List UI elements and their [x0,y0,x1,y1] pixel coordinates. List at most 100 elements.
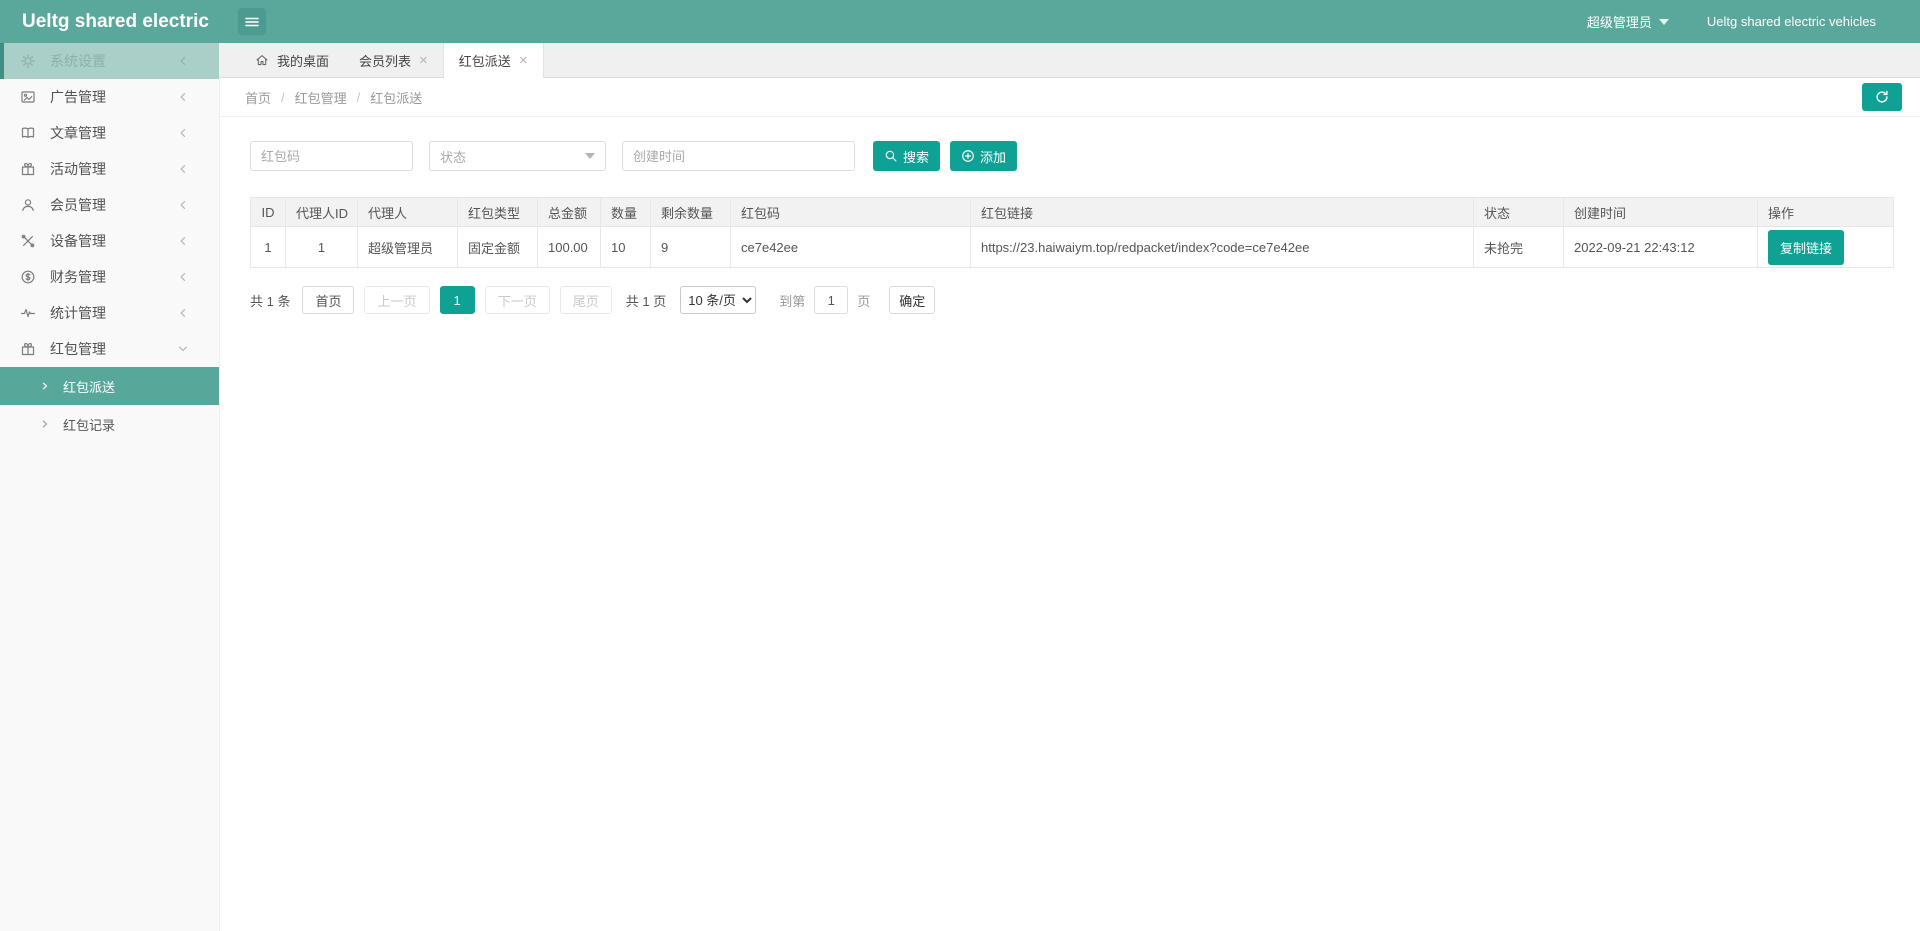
user-dropdown[interactable]: 超级管理员 [1587,12,1669,31]
cell-count: 10 [601,227,651,268]
col-header-agent: 代理人 [358,198,458,227]
add-button-label: 添加 [980,147,1006,166]
chevron-left-icon [177,307,189,319]
col-header-status: 状态 [1474,198,1564,227]
chevron-left-icon [177,91,189,103]
content: 状态 搜索 添加 [220,117,1920,314]
cell-packet-type: 固定金额 [458,227,538,268]
col-header-remaining: 剩余数量 [651,198,731,227]
col-header-link: 红包链接 [971,198,1474,227]
col-header-agent-id: 代理人ID [286,198,358,227]
user-role-label: 超级管理员 [1587,12,1652,31]
refresh-button[interactable] [1862,83,1902,111]
copy-link-button[interactable]: 复制链接 [1768,230,1844,265]
arrow-right-icon [40,419,50,429]
plus-circle-icon [961,149,975,163]
cell-remaining: 9 [651,227,731,268]
chevron-left-icon [177,55,189,67]
arrow-right-icon [40,381,50,391]
tab-label: 会员列表 [359,51,411,70]
cell-created-at: 2022-09-21 22:43:12 [1564,227,1758,268]
tab-redpacket-delivery[interactable]: 红包派送 × [443,43,544,78]
chevron-down-icon [177,343,189,355]
cell-status-badge: 未抢完 [1474,227,1564,268]
redpacket-code-input[interactable] [250,141,413,171]
created-time-input[interactable] [622,141,855,171]
per-page-select[interactable]: 10 条/页 [680,286,756,314]
search-icon [884,149,898,163]
cell-link: https://23.haiwaiym.top/redpacket/index?… [971,227,1474,268]
book-icon [20,125,36,141]
cell-agent-id: 1 [286,227,358,268]
page-1-button[interactable]: 1 [440,286,475,314]
caret-down-icon [585,153,595,159]
sidebar-item-ad-management[interactable]: 广告管理 [0,79,219,115]
pagination: 共 1 条 首页 上一页 1 下一页 尾页 共 1 页 10 条/页 到第 页 … [250,286,1893,314]
breadcrumb-home[interactable]: 首页 [245,88,271,107]
sidebar-item-label: 设备管理 [50,231,177,251]
col-header-created-at: 创建时间 [1564,198,1758,227]
search-button[interactable]: 搜索 [873,141,940,171]
breadcrumb-redpacket-delivery[interactable]: 红包派送 [370,88,422,107]
sidebar-item-label: 统计管理 [50,303,177,323]
pagination-page-count-label: 共 1 页 [626,291,666,310]
goto-prefix-label: 到第 [779,291,805,310]
chevron-left-icon [177,163,189,175]
redpacket-table: ID 代理人ID 代理人 红包类型 总金额 数量 剩余数量 红包码 红包链接 状… [250,197,1894,268]
col-header-total-amount: 总金额 [538,198,601,227]
col-header-count: 数量 [601,198,651,227]
prev-page-button[interactable]: 上一页 [364,286,429,314]
sidebar-item-article-management[interactable]: 文章管理 [0,115,219,151]
hamburger-icon [244,14,260,30]
first-page-button[interactable]: 首页 [302,286,354,314]
cell-total-amount: 100.00 [538,227,601,268]
tab-my-desktop[interactable]: 我的桌面 [240,43,344,77]
tab-bar: 我的桌面 会员列表 × 红包派送 × [220,43,1920,78]
breadcrumb-redpacket-management[interactable]: 红包管理 [295,88,347,107]
table-header-row: ID 代理人ID 代理人 红包类型 总金额 数量 剩余数量 红包码 红包链接 状… [251,198,1894,227]
close-icon[interactable]: × [519,53,528,68]
chevron-left-icon [177,127,189,139]
sidebar-item-finance-management[interactable]: 财务管理 [0,259,219,295]
sidebar-item-label: 文章管理 [50,123,177,143]
sidebar-item-activity-management[interactable]: 活动管理 [0,151,219,187]
cell-id: 1 [251,227,286,268]
goto-suffix-label: 页 [857,291,870,310]
filter-toolbar: 状态 搜索 添加 [250,141,1893,171]
sidebar-toggle-button[interactable] [238,8,266,35]
sidebar-item-statistics-management[interactable]: 统计管理 [0,295,219,331]
status-select[interactable]: 状态 [429,141,606,171]
sidebar-item-label: 系统设置 [50,51,177,71]
gear-icon [20,53,36,69]
header-right: 超级管理员 Ueltg shared electric vehicles [1587,12,1920,31]
sidebar-item-device-management[interactable]: 设备管理 [0,223,219,259]
close-icon[interactable]: × [419,53,428,68]
next-page-button[interactable]: 下一页 [485,286,550,314]
sidebar-item-label: 会员管理 [50,195,177,215]
main-area: 我的桌面 会员列表 × 红包派送 × 首页 / 红包管理 / 红包派送 [220,43,1920,931]
confirm-button[interactable]: 确定 [889,286,935,314]
gift-icon [20,161,36,177]
sidebar-item-member-management[interactable]: 会员管理 [0,187,219,223]
last-page-button[interactable]: 尾页 [560,286,612,314]
cell-actions: 复制链接 [1758,227,1894,268]
image-icon [20,89,36,105]
col-header-actions: 操作 [1758,198,1894,227]
tools-icon [20,233,36,249]
sidebar-item-system-settings[interactable]: 系统设置 [0,43,219,79]
cell-agent: 超级管理员 [358,227,458,268]
pulse-icon [20,305,36,321]
brand-right-text: Ueltg shared electric vehicles [1707,14,1876,29]
goto-page-input[interactable] [814,286,848,314]
col-header-packet-type: 红包类型 [458,198,538,227]
table-row: 1 1 超级管理员 固定金额 100.00 10 9 ce7e42ee http… [251,227,1894,268]
sidebar-item-redpacket-management[interactable]: 红包管理 [0,331,219,367]
add-button[interactable]: 添加 [950,141,1017,171]
top-header: Ueltg shared electric 超级管理员 Ueltg shared… [0,0,1920,43]
tab-label: 我的桌面 [277,51,329,70]
app-title: Ueltg shared electric [0,11,220,33]
breadcrumb: 首页 / 红包管理 / 红包派送 [245,88,422,107]
tab-member-list[interactable]: 会员列表 × [344,43,443,77]
sidebar-subitem-redpacket-delivery[interactable]: 红包派送 [0,367,219,405]
sidebar-subitem-redpacket-records[interactable]: 红包记录 [0,405,219,443]
